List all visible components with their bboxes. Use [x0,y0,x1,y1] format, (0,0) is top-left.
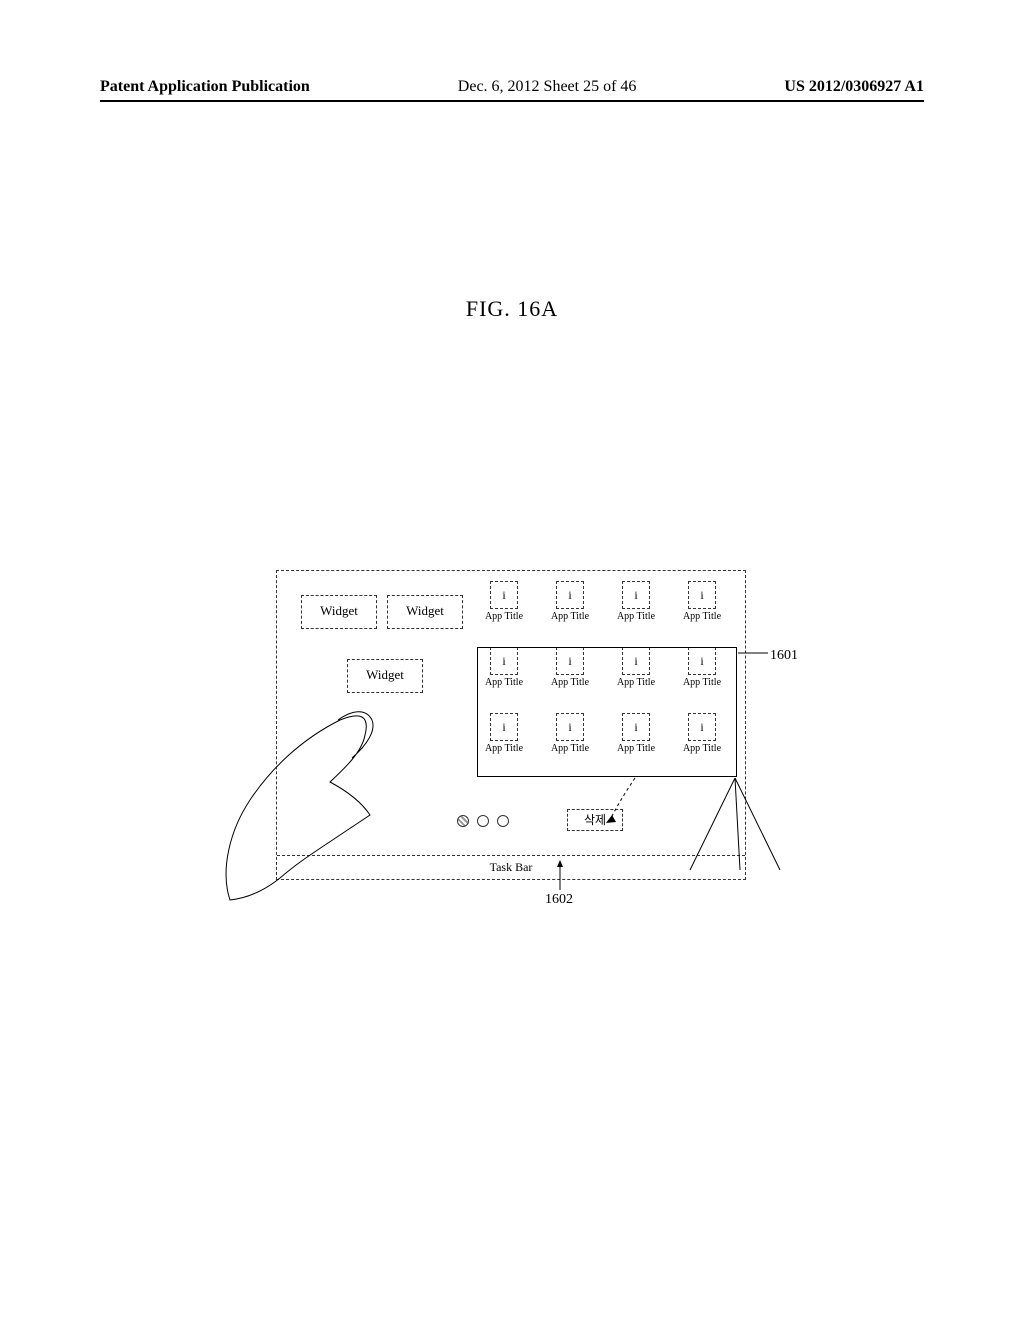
figure-label: FIG. 16A [0,296,1024,322]
header-right: US 2012/0306927 A1 [784,78,924,96]
selection-rectangle [477,647,737,777]
app-icon: i [688,581,716,609]
page-dot-icon [477,815,489,827]
page-header: Patent Application Publication Dec. 6, 2… [0,78,1024,96]
widget-1[interactable]: Widget [301,595,377,629]
reference-1602: 1602 [545,892,573,908]
app-title: App Title [485,611,523,622]
app-icon: i [556,581,584,609]
widget-2[interactable]: Widget [387,595,463,629]
app-row: i App Title i App Title i App Title i App Ti… [482,581,742,641]
app-title: App Title [617,611,655,622]
header-mid: Dec. 6, 2012 Sheet 25 of 46 [458,78,637,96]
app-item[interactable]: i App Title [482,581,526,641]
app-item[interactable]: i App Title [548,581,592,641]
header-rule [100,100,924,102]
app-item[interactable]: i App Title [614,581,658,641]
delete-button[interactable]: 삭제 [567,809,623,831]
task-bar[interactable]: Task Bar [277,855,745,879]
header-left: Patent Application Publication [100,78,310,96]
page-dot-icon [497,815,509,827]
app-icon: i [622,581,650,609]
app-title: App Title [683,611,721,622]
widget-3[interactable]: Widget [347,659,423,693]
page-dot-icon [457,815,469,827]
app-item[interactable]: i App Title [680,581,724,641]
device-outline: Widget Widget Widget i App Title i App Tit… [276,570,746,880]
page-indicator[interactable] [457,815,509,827]
app-title: App Title [551,611,589,622]
reference-1601: 1601 [770,648,798,664]
app-icon: i [490,581,518,609]
